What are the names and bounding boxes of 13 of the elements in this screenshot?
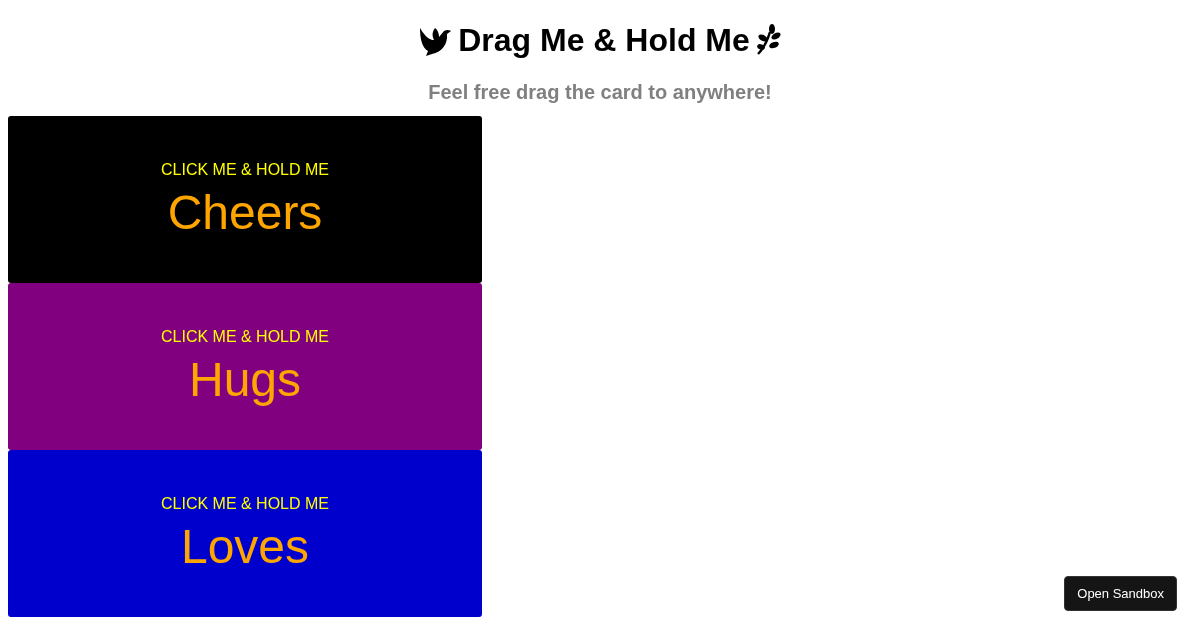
- subtitle: Feel free drag the card to anywhere!: [427, 80, 773, 104]
- open-sandbox-button[interactable]: Open Sandbox: [1064, 576, 1177, 611]
- drag-card[interactable]: CLICK ME & HOLD ME Loves: [8, 450, 482, 617]
- card-prompt: CLICK ME & HOLD ME: [161, 160, 329, 179]
- leaf-branch-icon: [755, 24, 782, 56]
- card-word: Cheers: [167, 186, 323, 239]
- page-title: Drag Me & Hold Me: [458, 21, 750, 59]
- card-word: Hugs: [188, 353, 302, 406]
- card-word: Loves: [180, 520, 310, 573]
- drag-card[interactable]: CLICK ME & HOLD ME Cheers: [8, 116, 482, 283]
- card-prompt: CLICK ME & HOLD ME: [161, 494, 329, 513]
- card-prompt: CLICK ME & HOLD ME: [161, 327, 329, 346]
- drag-card[interactable]: CLICK ME & HOLD ME Hugs: [8, 283, 482, 450]
